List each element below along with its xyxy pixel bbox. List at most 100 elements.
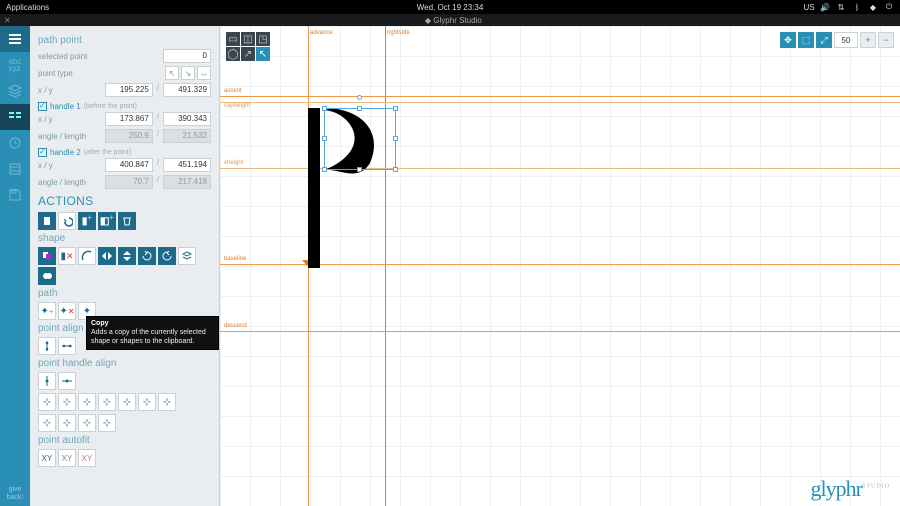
zoom-out-icon[interactable]: − — [878, 32, 894, 48]
shape-combine-icon[interactable] — [38, 267, 56, 285]
os-volume-icon[interactable]: 🔊 — [820, 2, 830, 12]
checkbox-icon — [38, 148, 47, 157]
pha-g7-icon[interactable]: ⊹ — [158, 393, 176, 411]
point-type-flat[interactable]: ↘ — [181, 66, 195, 80]
selected-point-value[interactable]: 0 — [163, 49, 211, 63]
rail-menu-icon[interactable] — [0, 26, 30, 52]
view-onetoone-icon[interactable]: ⤢ — [816, 32, 832, 48]
os-lang-indicator[interactable]: US — [804, 2, 814, 12]
shape-copy-icon[interactable] — [38, 247, 56, 265]
pha-g3-icon[interactable]: ⊹ — [78, 393, 96, 411]
section-path-point: path point — [38, 35, 211, 46]
h1-y[interactable]: 390.343 — [163, 112, 211, 126]
tooltip-title: Copy — [91, 319, 214, 328]
shape-flipv-icon[interactable] — [118, 247, 136, 265]
os-bluetooth-icon[interactable]: ᛒ — [852, 2, 862, 12]
guide-rightside-label: rightside — [387, 30, 410, 36]
pha-g2-icon[interactable]: ⊹ — [58, 393, 76, 411]
window-title: ◆ Glyphr Studio — [425, 16, 482, 25]
h1-x[interactable]: 173.867 — [105, 112, 153, 126]
view-pan-icon[interactable]: ✥ — [780, 32, 796, 48]
tool-resize-icon[interactable]: ◫ — [241, 32, 255, 46]
autofit-xy1[interactable]: XY — [38, 449, 56, 467]
point-type-corner[interactable]: ↖ — [165, 66, 179, 80]
pha-g4-icon[interactable]: ⊹ — [98, 393, 116, 411]
rail-guides-icon[interactable] — [0, 156, 30, 182]
h1-length[interactable]: 21.532 — [163, 129, 211, 143]
pha-g5-icon[interactable]: ⊹ — [118, 393, 136, 411]
tool-pathedit-icon[interactable]: ↖ — [256, 47, 270, 61]
rail-give-back[interactable]: giveback! — [7, 482, 24, 506]
action-undo-icon[interactable] — [58, 212, 76, 230]
tool-newrect-icon[interactable]: ◳ — [256, 32, 270, 46]
pha-h2-icon[interactable]: ⊹ — [58, 414, 76, 432]
tool-arrow-icon[interactable]: ▭ — [226, 32, 240, 46]
path-addpoint-icon[interactable]: ✦+ — [38, 302, 56, 320]
os-datetime: Wed, Oct 19 23:34 — [417, 3, 484, 12]
guide-advance-label: advance — [310, 30, 333, 36]
shape-fliph-icon[interactable] — [98, 247, 116, 265]
autofit-xy2[interactable]: XY — [58, 449, 76, 467]
pha-g1-icon[interactable]: ⊹ — [38, 393, 56, 411]
action-paste-icon[interactable] — [38, 212, 56, 230]
shape-reverse-icon[interactable] — [78, 247, 96, 265]
h2-length[interactable]: 217.418 — [163, 175, 211, 189]
shape-rotleft-icon[interactable] — [138, 247, 156, 265]
h2-xy-label: x / y — [38, 161, 96, 170]
zoom-value[interactable]: 50 — [834, 32, 858, 48]
shape-deleteshape-icon[interactable]: ▮✕ — [58, 247, 76, 265]
zoom-in-icon[interactable]: + — [860, 32, 876, 48]
pha-h3-icon[interactable]: ⊹ — [78, 414, 96, 432]
pp-y[interactable]: 491.329 — [163, 83, 211, 97]
pha-h1-icon[interactable]: ⊹ — [38, 414, 56, 432]
tooltip: Copy Adds a copy of the currently select… — [86, 316, 219, 350]
h2-y[interactable]: 451.194 — [163, 158, 211, 172]
tool-newoval-icon[interactable]: ◯ — [226, 47, 240, 61]
rail-layers-icon[interactable] — [0, 78, 30, 104]
os-applications[interactable]: Applications — [6, 3, 49, 12]
shape-rotright-icon[interactable] — [158, 247, 176, 265]
action-addcomp-icon[interactable]: ◧+ — [98, 212, 116, 230]
pp-x[interactable]: 195.225 — [105, 83, 153, 97]
selection-box[interactable] — [324, 108, 396, 170]
os-power-icon[interactable]: ⏻ — [884, 2, 894, 12]
pha-h4-icon[interactable]: ⊹ — [98, 414, 116, 432]
action-delete-icon[interactable] — [118, 212, 136, 230]
h2-x[interactable]: 400.847 — [105, 158, 153, 172]
rail-save-icon[interactable] — [0, 182, 30, 208]
h1-angle[interactable]: 250.9 — [105, 129, 153, 143]
os-network-icon[interactable]: ⇅ — [836, 2, 846, 12]
point-type-symmetric[interactable]: ↔ — [197, 66, 211, 80]
rail-attributes-icon[interactable] — [0, 104, 30, 130]
edit-canvas[interactable]: advance rightside ascent capheight xheig… — [220, 26, 900, 506]
handle1-toggle[interactable]: handle 1(before the point) — [38, 102, 211, 111]
action-addshape-icon[interactable]: ▮+ — [78, 212, 96, 230]
properties-panel: path point selected point0 point type ↖ … — [30, 26, 220, 506]
autofit-xy3[interactable]: XY — [78, 449, 96, 467]
point-type-label: point type — [38, 69, 96, 78]
pha-1-icon[interactable] — [38, 372, 56, 390]
h2-angle[interactable]: 70.7 — [105, 175, 153, 189]
tool-newpath-icon[interactable]: ↗ — [241, 47, 255, 61]
os-notifications-icon[interactable]: ◆ — [868, 2, 878, 12]
rail-history-icon[interactable] — [0, 130, 30, 156]
align-v-icon[interactable] — [38, 337, 56, 355]
guide-baseline-label: baseline — [224, 256, 246, 262]
rail-glyphs-icon[interactable]: abcxyz — [0, 52, 30, 78]
pha-g6-icon[interactable]: ⊹ — [138, 393, 156, 411]
handle2-toggle[interactable]: handle 2(after the point) — [38, 148, 211, 157]
path-delpoint-icon[interactable]: ✦✕ — [58, 302, 76, 320]
shape-layer-icon[interactable] — [178, 247, 196, 265]
guide-ascent-label: ascent — [224, 88, 242, 94]
view-fit-icon[interactable]: ⬚ — [798, 32, 814, 48]
actions-title: ACTIONS — [38, 194, 211, 208]
section-autofit: point autofit — [38, 435, 211, 446]
view-controls: ✥ ⬚ ⤢ 50 + − — [780, 32, 894, 48]
pp-xy-label: x / y — [38, 86, 96, 95]
window-close-icon[interactable]: ✕ — [4, 16, 11, 25]
h1-al-label: angle / length — [38, 132, 96, 141]
checkbox-icon — [38, 102, 47, 111]
align-h-icon[interactable] — [58, 337, 76, 355]
section-pha: point handle align — [38, 358, 211, 369]
pha-2-icon[interactable] — [58, 372, 76, 390]
